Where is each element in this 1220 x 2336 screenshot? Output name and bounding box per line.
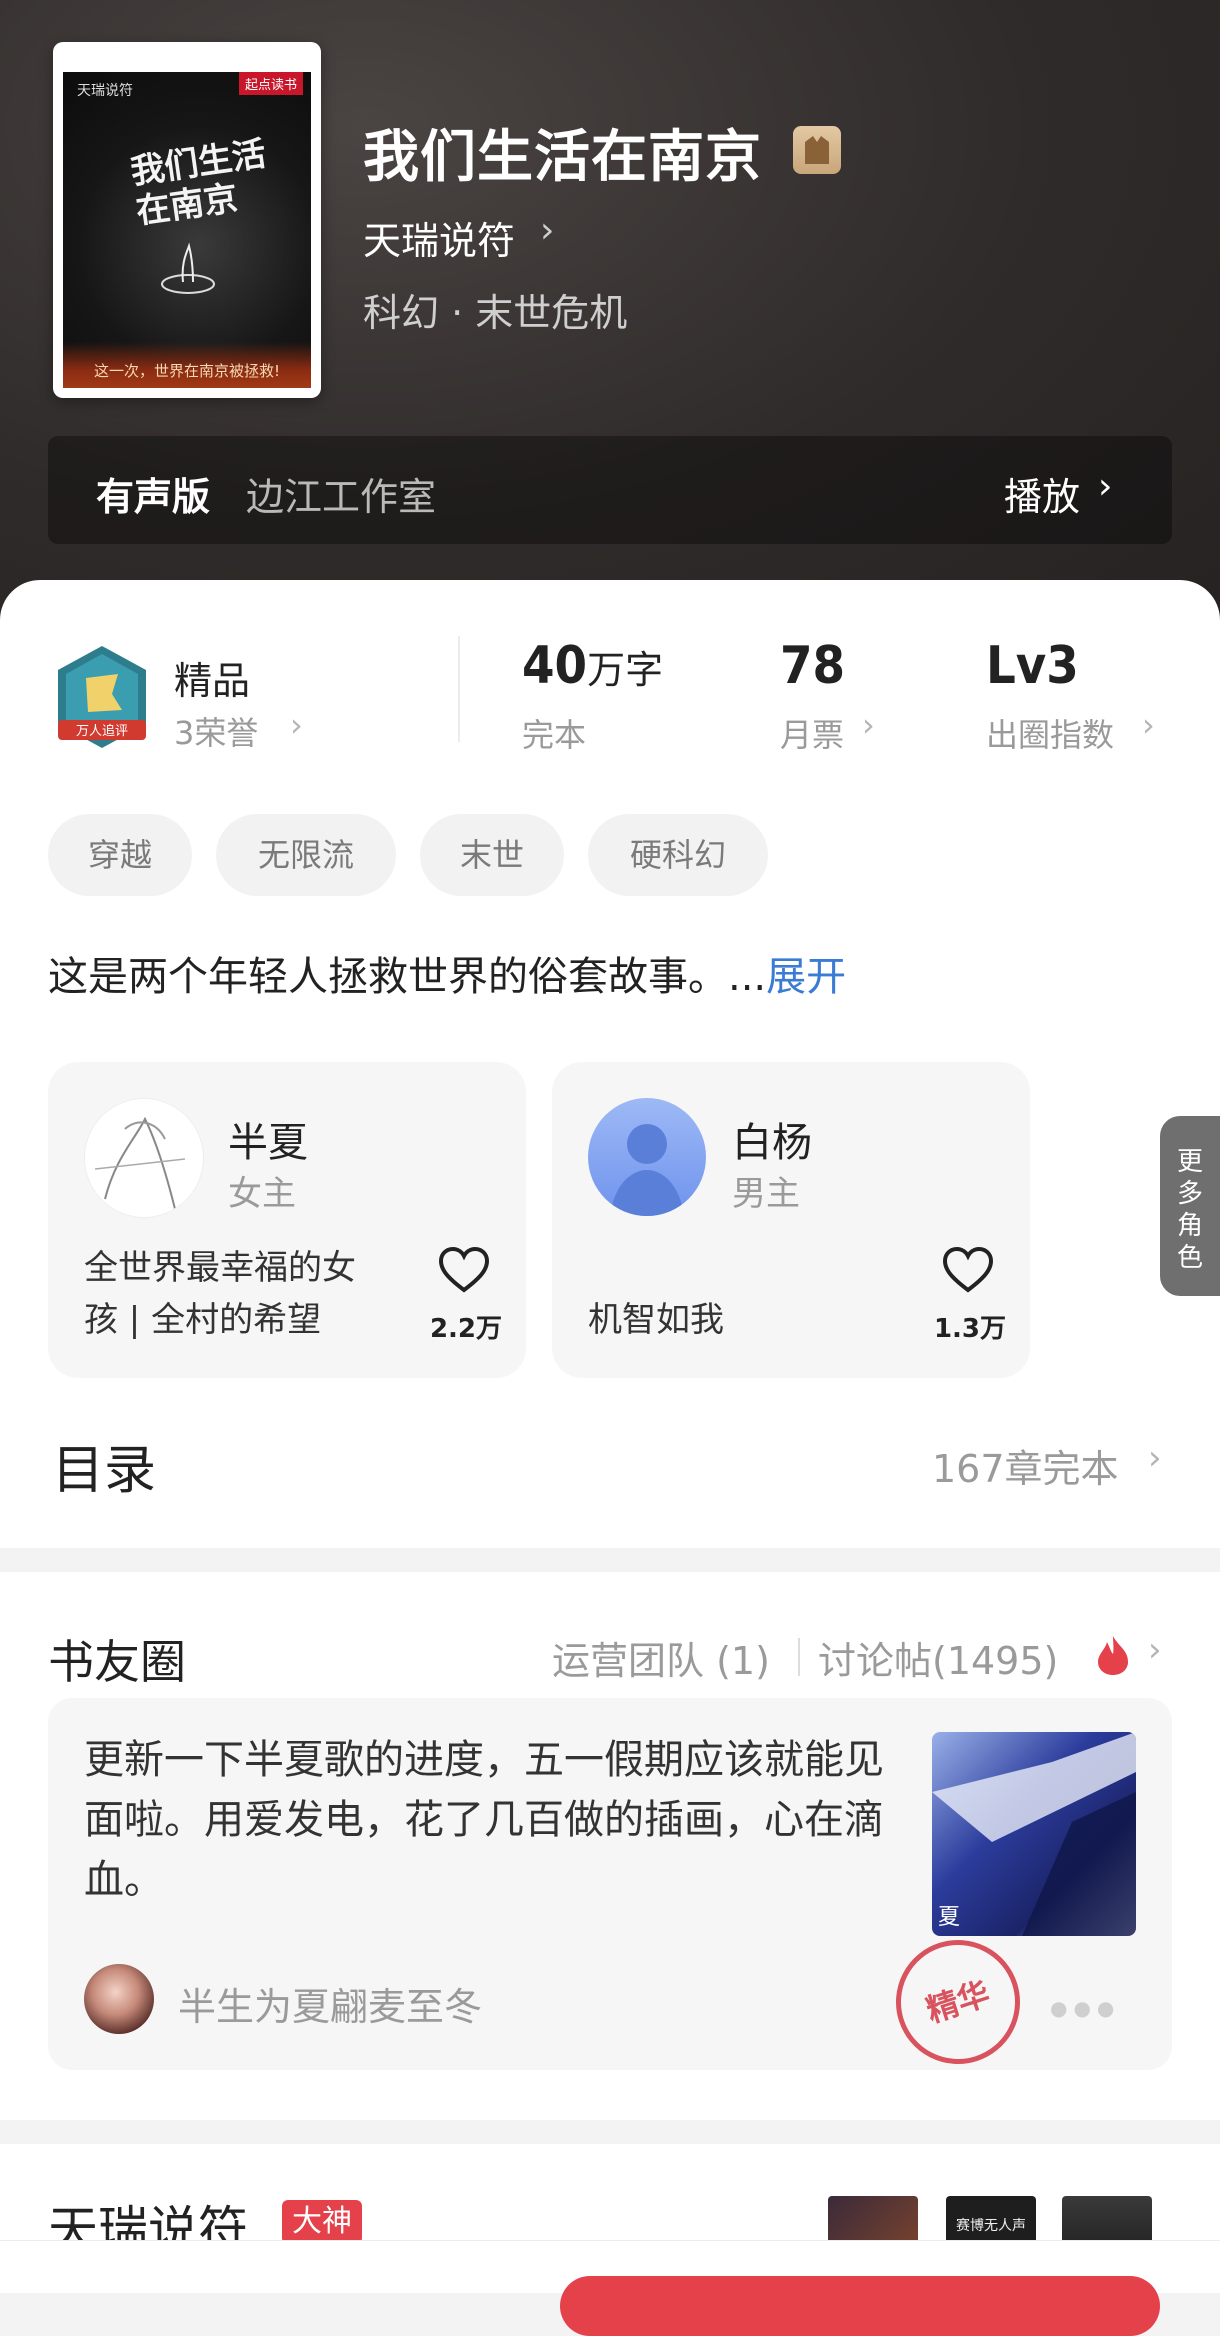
role-type: 女主 xyxy=(228,1174,296,1214)
expand-link[interactable]: 展开 xyxy=(766,954,846,1000)
heart-icon[interactable] xyxy=(438,1246,490,1294)
word-count-unit: 万字 xyxy=(587,648,664,692)
role-card[interactable]: 白杨 男主 机智如我 1.3万 xyxy=(552,1062,1030,1378)
role-likes: 1.3万 xyxy=(933,1314,1007,1344)
post-text: 更新一下半夏歌的进度，五一假期应该就能见面啦。用爱发电，花了几百做的插画，心在滴… xyxy=(84,1737,884,1903)
monthly-ticket-label[interactable]: 月票 xyxy=(780,710,844,756)
book-title: 我们生活在南京 xyxy=(363,125,762,190)
cover-title: 我们生活在南京 xyxy=(128,133,269,233)
role-avatar xyxy=(588,1098,706,1216)
audio-studio: 边江工作室 xyxy=(246,475,437,519)
toc-chapter-count[interactable]: 167章完本 xyxy=(932,1438,1119,1493)
cover-publisher-badge: 起点读书 xyxy=(238,72,303,95)
role-likes: 2.2万 xyxy=(429,1314,503,1344)
intro-text: 这是两个年轻人拯救世界的俗套故事。... xyxy=(48,954,767,1000)
role-card[interactable]: 半夏 女主 全世界最幸福的女孩 | 全村的希望 2.2万 xyxy=(48,1062,526,1378)
book-cover[interactable]: 天瑞说符 起点读书 我们生活在南京 这一次，世界在南京被拯救! xyxy=(53,42,321,398)
role-name: 白杨 xyxy=(732,1120,812,1166)
play-button[interactable]: 播放 xyxy=(1004,466,1080,521)
pagination-dots: ●●● xyxy=(1050,1996,1121,2020)
role-name: 半夏 xyxy=(228,1120,308,1166)
role-description: 全世界最幸福的女孩 | 全村的希望 xyxy=(84,1248,356,1340)
avatar[interactable] xyxy=(84,1964,154,2034)
fire-icon xyxy=(1098,1636,1128,1675)
cover-bottom-text: 这一次，世界在南京被拯救! xyxy=(63,342,311,388)
author-badge-icon xyxy=(793,126,841,174)
word-count-value: 40 xyxy=(522,636,588,696)
book-genre: 科幻 · 末世危机 xyxy=(363,291,628,335)
influence-level-label[interactable]: 出圈指数 xyxy=(986,710,1114,756)
author-level-badge: 大神 xyxy=(282,2200,362,2244)
role-description: 机智如我 xyxy=(588,1300,724,1340)
role-avatar xyxy=(84,1098,204,1218)
tag-chip[interactable]: 穿越 xyxy=(48,814,192,896)
chevron-right-icon: › xyxy=(1098,466,1113,507)
chevron-right-icon: › xyxy=(1148,1438,1162,1478)
chevron-right-icon: › xyxy=(540,210,555,251)
monthly-ticket-value: 78 xyxy=(780,636,846,696)
more-roles-label: 更多角色 xyxy=(1176,1147,1203,1273)
audio-label: 有声版 xyxy=(96,475,211,519)
book-intro: 这是两个年轻人拯救世界的俗套故事。...展开 xyxy=(48,944,846,1002)
post-username[interactable]: 半生为夏翩麦至冬 xyxy=(178,1976,482,2031)
more-roles-button[interactable]: 更多角色 xyxy=(1160,1116,1220,1296)
book-cover-art: 天瑞说符 起点读书 我们生活在南京 这一次，世界在南京被拯救! xyxy=(63,72,311,388)
influence-level-value: Lv3 xyxy=(986,636,1079,696)
heart-icon[interactable] xyxy=(942,1246,994,1294)
honor-count[interactable]: 3荣誉 xyxy=(174,708,258,754)
honor-badge-icon[interactable]: 万人追评 xyxy=(52,644,152,752)
discussion-posts-link[interactable]: 讨论帖(1495) xyxy=(818,1630,1058,1685)
toc-title[interactable]: 目录 xyxy=(52,1428,156,1503)
tag-chip[interactable]: 末世 xyxy=(420,814,564,896)
completion-status: 完本 xyxy=(522,716,587,754)
honor-label[interactable]: 精品 xyxy=(174,650,250,705)
book-circle-title[interactable]: 书友圈 xyxy=(48,1626,186,1692)
divider xyxy=(798,1638,800,1676)
svg-text:万人追评: 万人追评 xyxy=(76,723,128,739)
author-link[interactable]: 天瑞说符 xyxy=(363,210,515,265)
post-image[interactable]: 夏 xyxy=(932,1732,1136,1936)
tag-chip[interactable]: 无限流 xyxy=(216,814,396,896)
cover-hand-icon xyxy=(161,242,215,294)
divider xyxy=(458,636,460,742)
mini-cover-title: 赛博无人声 xyxy=(956,2218,1026,2234)
chevron-right-icon: › xyxy=(290,706,303,744)
svg-text:夏: 夏 xyxy=(938,1905,960,1930)
read-button[interactable] xyxy=(560,2276,1160,2336)
chevron-right-icon: › xyxy=(862,706,875,744)
word-count-stat: 40万字 xyxy=(522,636,663,696)
tag-chip[interactable]: 硬科幻 xyxy=(588,814,768,896)
role-type: 男主 xyxy=(732,1174,800,1214)
chevron-right-icon: › xyxy=(1148,1630,1162,1670)
operations-team-link[interactable]: 运营团队 (1) xyxy=(552,1630,770,1685)
chevron-right-icon: › xyxy=(1142,706,1155,744)
